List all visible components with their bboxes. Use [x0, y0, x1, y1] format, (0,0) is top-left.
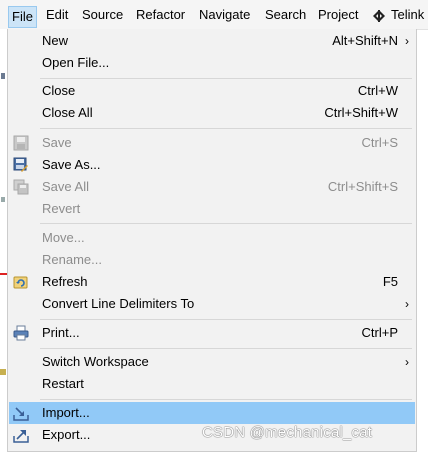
- menu-file[interactable]: File: [8, 6, 37, 28]
- menu-item-import[interactable]: Import...: [9, 402, 415, 424]
- import-icon: [13, 407, 29, 421]
- menu-separator: [40, 319, 412, 320]
- menu-item-shortcut: Ctrl+Shift+W: [324, 105, 398, 120]
- menu-separator: [40, 399, 412, 400]
- background-fragment: [1, 197, 5, 202]
- background-fragment: [1, 73, 5, 79]
- menu-separator: [40, 348, 412, 349]
- menu-item-shortcut: Ctrl+S: [361, 135, 398, 150]
- menu-item-revert[interactable]: Revert: [9, 198, 415, 220]
- menu-item-label: Rename...: [42, 252, 102, 267]
- menu-refactor[interactable]: Refactor: [136, 5, 185, 25]
- refresh-icon: [13, 276, 28, 289]
- menu-item-label: Save: [42, 135, 72, 150]
- menu-item-shortcut: Ctrl+Shift+S: [327, 179, 398, 194]
- printer-icon: [13, 325, 29, 341]
- menu-item-restart[interactable]: Restart: [9, 373, 415, 395]
- menu-item-label: Switch Workspace: [42, 354, 149, 369]
- menu-item-close[interactable]: Close Ctrl+W: [9, 80, 415, 102]
- menu-bar: File Edit Source Refactor Navigate Searc…: [0, 0, 428, 30]
- menu-item-label: Close: [42, 83, 76, 98]
- menu-item-label: Move...: [42, 230, 85, 245]
- menu-item-move[interactable]: Move...: [9, 227, 415, 249]
- menu-separator: [40, 78, 412, 79]
- floppy-disks-icon: [13, 179, 29, 195]
- menu-item-refresh[interactable]: Refresh F5: [9, 271, 415, 293]
- menu-item-shortcut: Alt+Shift+N: [332, 33, 398, 48]
- menu-item-save[interactable]: Save Ctrl+S: [9, 132, 415, 154]
- menu-item-label: Refresh: [42, 274, 88, 289]
- menu-item-label: Export...: [42, 427, 91, 442]
- background-fragment: [0, 369, 6, 375]
- menu-item-label: New: [42, 33, 69, 48]
- menu-item-label: Import...: [42, 405, 90, 420]
- menu-source[interactable]: Source: [82, 5, 123, 25]
- menu-item-label: Save As...: [42, 157, 101, 172]
- menu-item-convert-line-delimiters[interactable]: Convert Line Delimiters To ›: [9, 293, 415, 315]
- submenu-arrow-icon: ›: [405, 34, 409, 48]
- floppy-disk-icon: [13, 135, 29, 151]
- floppy-disk-pencil-icon: [13, 157, 28, 172]
- menu-item-save-as[interactable]: Save As...: [9, 154, 415, 176]
- telink-logo-icon: [373, 10, 385, 22]
- menu-edit[interactable]: Edit: [46, 5, 68, 25]
- watermark-text: CSDN @mechanical_cat: [202, 424, 373, 441]
- menu-item-shortcut: Ctrl+P: [361, 325, 398, 340]
- eclipse-window: File Edit Source Refactor Navigate Searc…: [0, 0, 428, 452]
- menu-separator: [40, 223, 412, 224]
- menu-item-rename[interactable]: Rename...: [9, 249, 415, 271]
- menu-item-label: Revert: [42, 201, 81, 216]
- menu-separator: [40, 128, 412, 129]
- menu-item-label: Open File...: [42, 55, 110, 70]
- submenu-arrow-icon: ›: [405, 297, 409, 311]
- background-fragment: [0, 273, 7, 275]
- background-window-edge: [0, 29, 7, 452]
- menu-item-print[interactable]: Print... Ctrl+P: [9, 322, 415, 344]
- menu-item-label: Close All: [42, 105, 93, 120]
- menu-item-label: Restart: [42, 376, 84, 391]
- menu-item-save-all[interactable]: Save All Ctrl+Shift+S: [9, 176, 415, 198]
- menu-item-shortcut: F5: [382, 274, 398, 289]
- submenu-arrow-icon: ›: [405, 355, 409, 369]
- file-menu-dropdown: New Alt+Shift+N › Open File... Close Ctr…: [7, 29, 417, 452]
- menu-navigate[interactable]: Navigate: [199, 5, 250, 25]
- menu-item-new[interactable]: New Alt+Shift+N ›: [9, 30, 415, 52]
- menu-project[interactable]: Project: [318, 5, 358, 25]
- menu-item-switch-workspace[interactable]: Switch Workspace ›: [9, 351, 415, 373]
- menu-item-close-all[interactable]: Close All Ctrl+Shift+W: [9, 102, 415, 124]
- menu-item-open-file[interactable]: Open File...: [9, 52, 415, 74]
- menu-item-label: Print...: [42, 325, 80, 340]
- menu-search[interactable]: Search: [265, 5, 306, 25]
- menu-item-shortcut: Ctrl+W: [357, 83, 398, 98]
- menu-telink[interactable]: Telink: [391, 5, 424, 25]
- export-icon: [13, 430, 29, 443]
- menu-item-label: Convert Line Delimiters To: [42, 296, 195, 311]
- menu-item-label: Save All: [42, 179, 89, 194]
